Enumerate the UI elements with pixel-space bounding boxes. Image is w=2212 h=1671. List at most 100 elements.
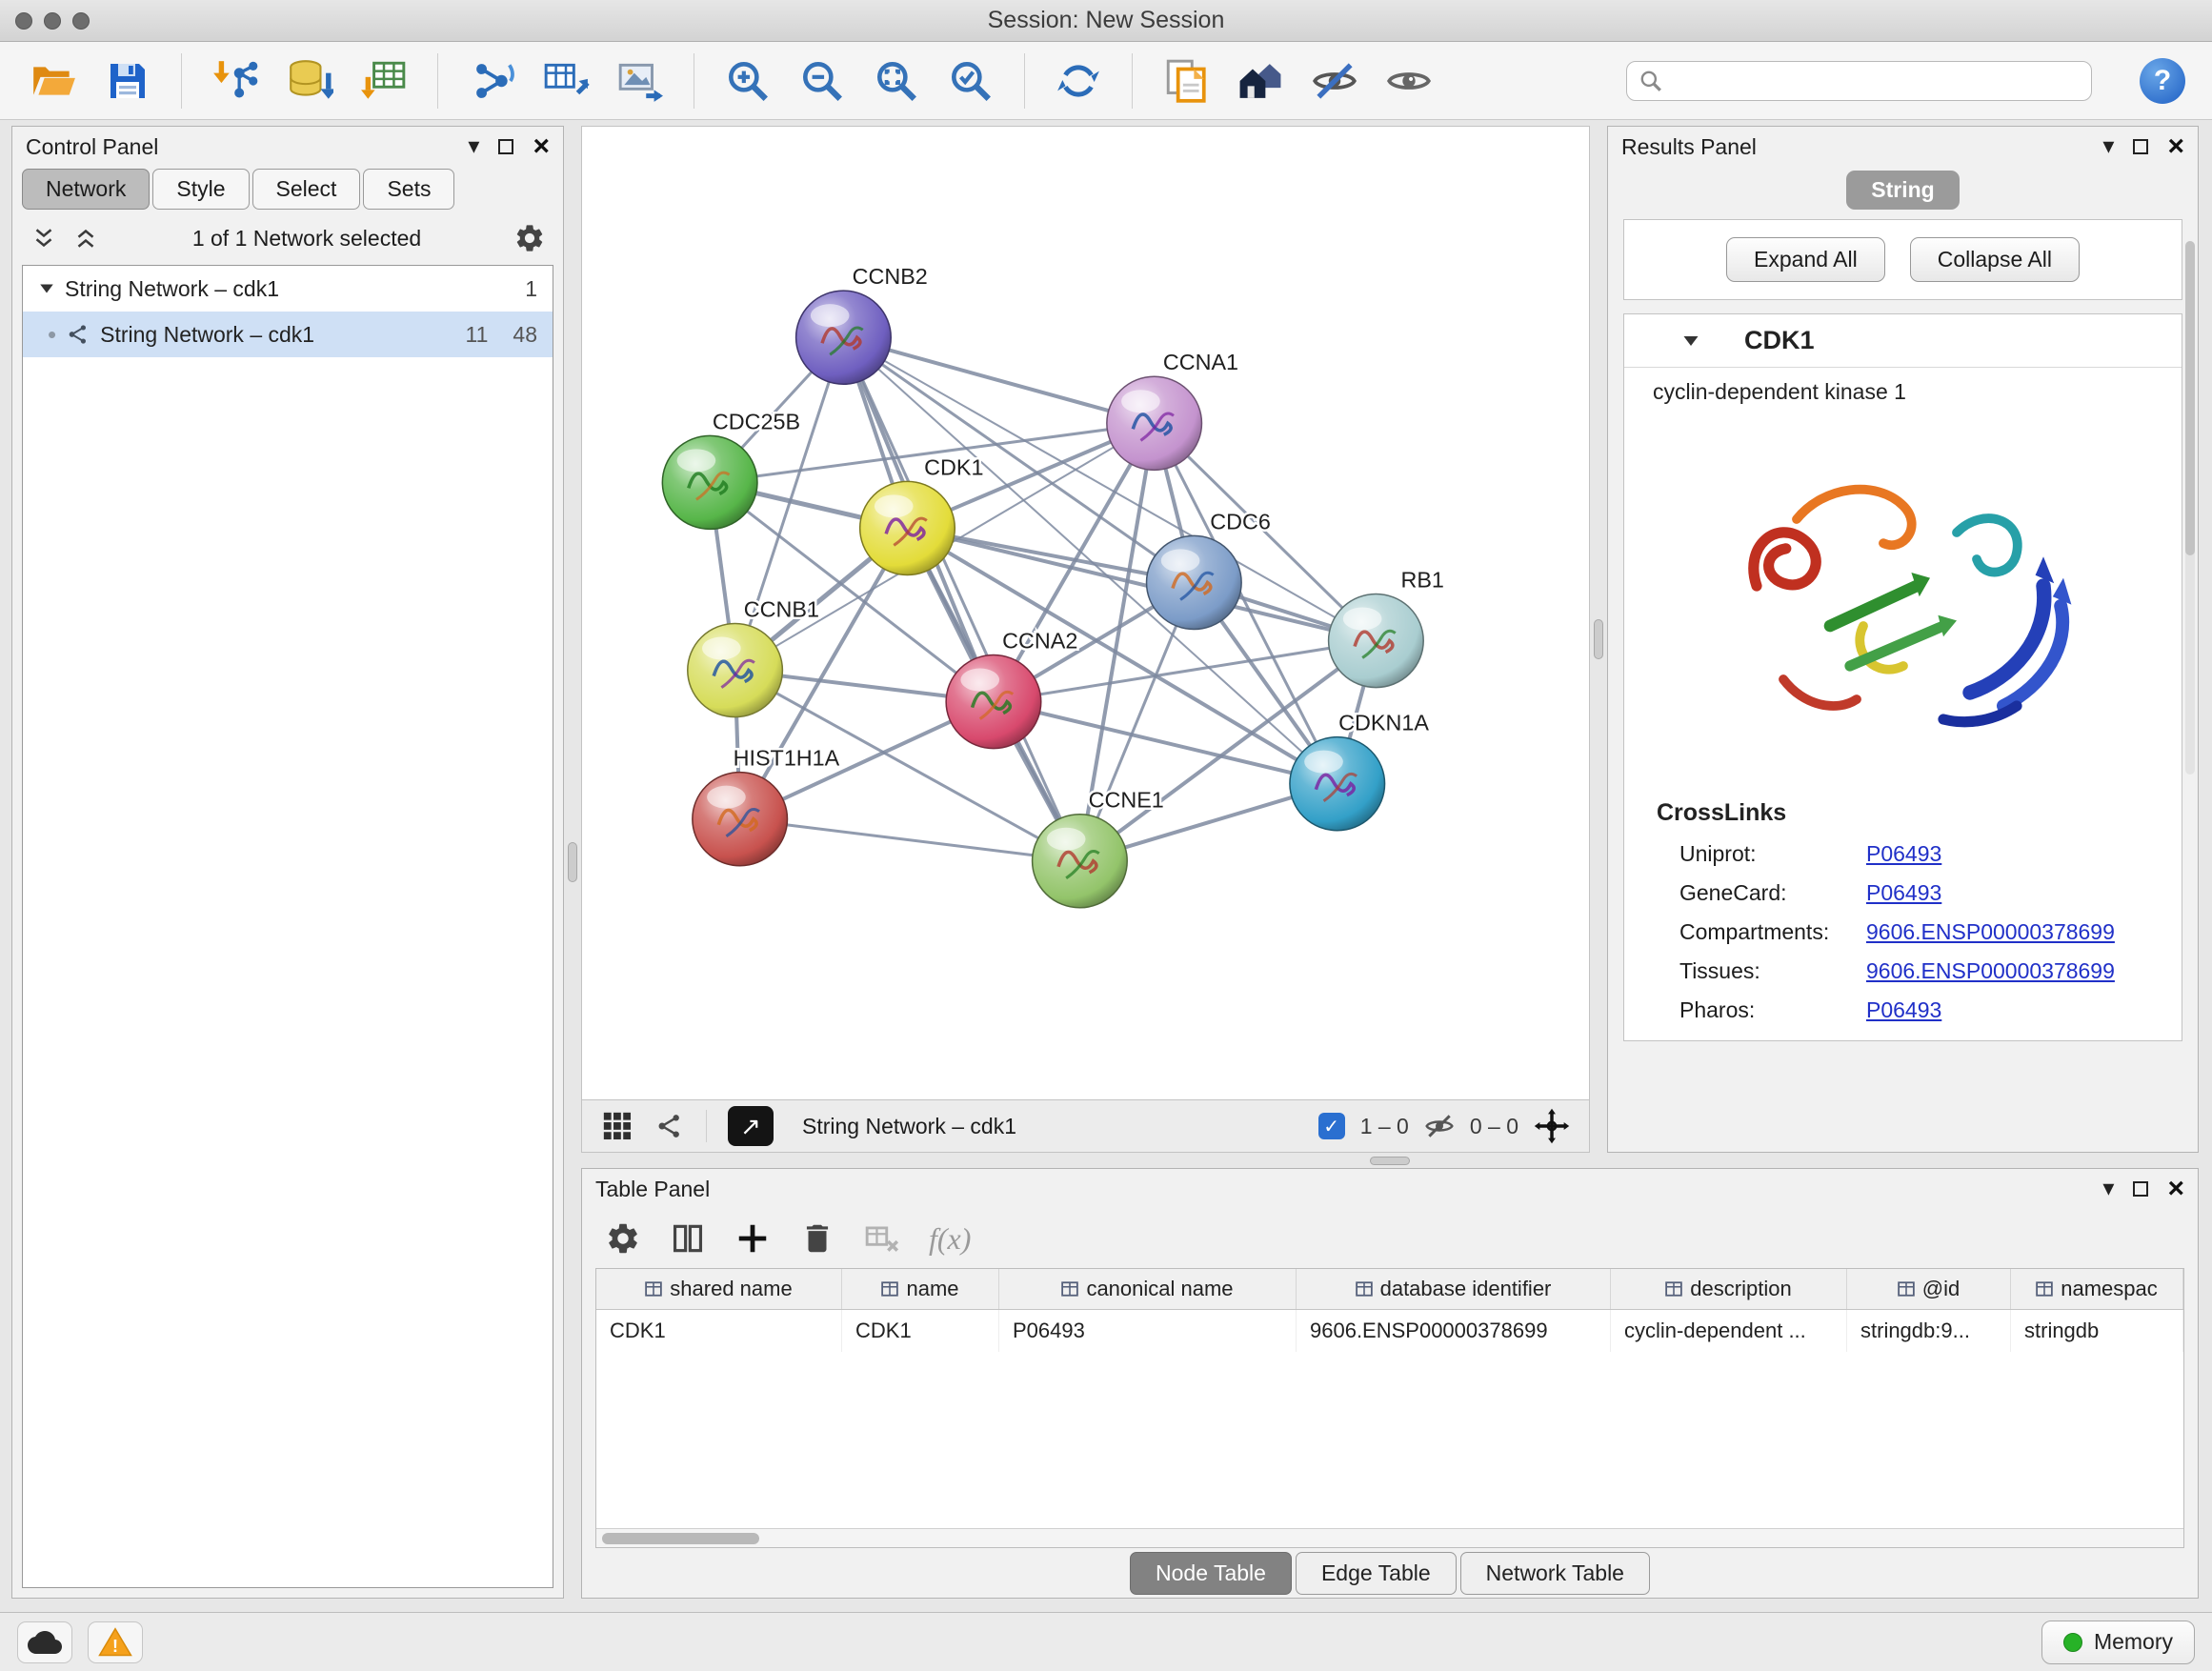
hide-details-button[interactable] [1308, 54, 1361, 108]
zoom-fit-button[interactable] [870, 54, 923, 108]
network-collection-row[interactable]: String Network – cdk1 1 [23, 266, 553, 312]
string-tab-badge[interactable]: String [1846, 171, 1959, 210]
refresh-button[interactable] [1052, 54, 1105, 108]
network-edge[interactable] [740, 819, 1080, 861]
zoom-out-button[interactable] [795, 54, 849, 108]
search-input[interactable] [1671, 69, 2080, 93]
panel-menu-icon[interactable]: ▾ [468, 135, 479, 158]
network-node-CDC25B[interactable]: CDC25B [662, 409, 800, 529]
function-builder-button[interactable]: f(x) [929, 1221, 971, 1257]
column-header[interactable]: description [1611, 1269, 1847, 1309]
crosslink-link[interactable]: 9606.ENSP00000378699 [1866, 919, 2115, 945]
open-in-window-button[interactable]: ↗ [728, 1106, 774, 1146]
splitter-handle[interactable] [568, 842, 577, 882]
expand-all-icon[interactable] [71, 224, 100, 252]
result-card-header[interactable]: CDK1 [1624, 314, 2182, 368]
cell-namespace[interactable]: stringdb [2011, 1310, 2183, 1352]
crosslink-link[interactable]: P06493 [1866, 880, 1941, 906]
cloud-status-button[interactable] [17, 1621, 72, 1663]
cell-name[interactable]: CDK1 [842, 1310, 999, 1352]
scrollbar-thumb[interactable] [602, 1533, 759, 1544]
home-button[interactable] [1234, 54, 1287, 108]
cell-id[interactable]: stringdb:9... [1847, 1310, 2011, 1352]
save-session-button[interactable] [101, 54, 154, 108]
collapse-all-button[interactable]: Collapse All [1910, 237, 2080, 282]
tab-style[interactable]: Style [152, 169, 249, 210]
vertical-splitter-2[interactable] [1590, 126, 1607, 1153]
network-row[interactable]: • String Network – cdk1 11 48 [23, 312, 553, 357]
horizontal-splitter[interactable] [581, 1153, 2199, 1168]
crosslink-link[interactable]: P06493 [1866, 841, 1941, 867]
column-header[interactable]: name [842, 1269, 999, 1309]
tab-sets[interactable]: Sets [363, 169, 454, 210]
tab-network[interactable]: Network [22, 169, 150, 210]
cell-canonical-name[interactable]: P06493 [999, 1310, 1297, 1352]
close-panel-icon[interactable]: × [533, 132, 550, 161]
network-node-CCNA1[interactable]: CCNA1 [1107, 350, 1238, 470]
expand-all-button[interactable]: Expand All [1726, 237, 1885, 282]
network-node-CCNB2[interactable]: CCNB2 [796, 264, 928, 384]
cell-shared-name[interactable]: CDK1 [596, 1310, 842, 1352]
tab-node-table[interactable]: Node Table [1130, 1552, 1292, 1595]
crosslink-link[interactable]: 9606.ENSP00000378699 [1866, 958, 2115, 984]
network-graph[interactable]: CCNB2CCNA1CDC25BCDK1CDC6RB1CCNB1CCNA2CDK… [582, 127, 1589, 1099]
show-details-button[interactable] [1382, 54, 1436, 108]
float-panel-icon[interactable] [498, 139, 513, 154]
panel-menu-icon[interactable]: ▾ [2102, 1178, 2114, 1200]
network-canvas[interactable]: CCNB2CCNA1CDC25BCDK1CDC6RB1CCNB1CCNA2CDK… [581, 126, 1590, 1099]
splitter-handle[interactable] [1370, 1157, 1410, 1165]
clone-network-button[interactable] [465, 54, 518, 108]
import-table-button[interactable] [357, 54, 411, 108]
tab-edge-table[interactable]: Edge Table [1296, 1552, 1457, 1595]
share-icon[interactable] [654, 1111, 685, 1141]
network-table-export-button[interactable] [539, 54, 593, 108]
table-row[interactable]: CDK1 CDK1 P06493 9606.ENSP00000378699 cy… [596, 1310, 2183, 1352]
import-network-file-button[interactable] [209, 54, 262, 108]
add-column-icon[interactable] [734, 1220, 771, 1257]
cell-description[interactable]: cyclin-dependent ... [1611, 1310, 1847, 1352]
column-header[interactable]: database identifier [1297, 1269, 1611, 1309]
network-node-HIST1H1A[interactable]: HIST1H1A [693, 746, 840, 866]
column-header[interactable]: shared name [596, 1269, 842, 1309]
panel-menu-icon[interactable]: ▾ [2102, 135, 2114, 158]
tab-select[interactable]: Select [252, 169, 361, 210]
warnings-button[interactable]: ! [88, 1621, 143, 1663]
copy-annotation-button[interactable] [1159, 54, 1213, 108]
tab-network-table[interactable]: Network Table [1460, 1552, 1650, 1595]
network-node-RB1[interactable]: RB1 [1329, 568, 1444, 688]
gear-icon[interactable] [513, 222, 546, 254]
memory-button[interactable]: Memory [2041, 1621, 2195, 1664]
vertical-splitter[interactable] [564, 126, 581, 1599]
cell-database-identifier[interactable]: 9606.ENSP00000378699 [1297, 1310, 1611, 1352]
columns-icon[interactable] [670, 1220, 706, 1257]
horizontal-scrollbar[interactable] [596, 1528, 2183, 1547]
scrollbar-thumb[interactable] [2185, 241, 2195, 555]
export-image-button[interactable] [613, 54, 667, 108]
results-scrollbar[interactable] [2185, 241, 2195, 775]
zoom-in-button[interactable] [721, 54, 774, 108]
float-panel-icon[interactable] [2133, 1181, 2148, 1197]
open-session-button[interactable] [27, 54, 80, 108]
column-header[interactable]: namespac [2011, 1269, 2183, 1309]
move-crosshair-icon[interactable] [1534, 1108, 1570, 1144]
network-node-CDK1[interactable]: CDK1 [860, 455, 984, 575]
float-panel-icon[interactable] [2133, 139, 2148, 154]
splitter-handle[interactable] [1594, 619, 1603, 659]
gear-icon[interactable] [605, 1220, 641, 1257]
crosslink-link[interactable]: P06493 [1866, 997, 1941, 1023]
birdseye-grid-icon[interactable] [601, 1110, 633, 1142]
search-box[interactable] [1626, 61, 2092, 101]
network-node-CCNB1[interactable]: CCNB1 [688, 597, 819, 717]
close-panel-icon[interactable]: × [2167, 132, 2184, 161]
collapse-all-icon[interactable] [30, 224, 58, 252]
crosslink-label: Compartments: [1679, 919, 1866, 945]
selected-checkbox-icon[interactable]: ✓ [1318, 1113, 1345, 1139]
column-header[interactable]: canonical name [999, 1269, 1297, 1309]
network-edge[interactable] [843, 337, 1079, 861]
delete-icon[interactable] [799, 1220, 835, 1257]
import-database-button[interactable] [283, 54, 336, 108]
close-panel-icon[interactable]: × [2167, 1175, 2184, 1203]
column-header[interactable]: @id [1847, 1269, 2011, 1309]
help-button[interactable]: ? [2140, 58, 2185, 104]
zoom-selected-button[interactable] [944, 54, 997, 108]
